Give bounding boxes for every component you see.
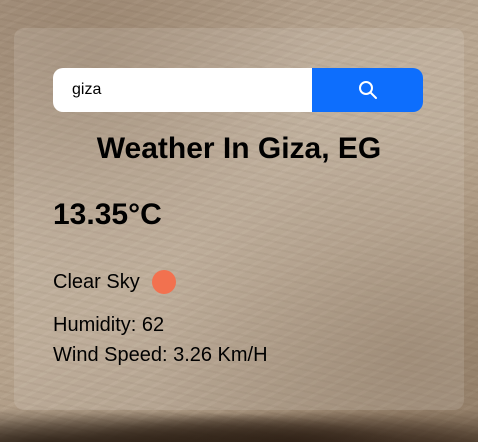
search-bar [53, 68, 423, 112]
temperature-value: 13.35°C [53, 198, 162, 231]
search-button[interactable] [312, 68, 423, 112]
humidity-text: Humidity: 62 [53, 314, 165, 336]
page-title: Weather In Giza, EG [96, 132, 382, 165]
weather-card: Weather In Giza, EG 13.35°C Clear Sky Hu… [14, 28, 464, 410]
search-input[interactable] [53, 68, 312, 112]
search-icon [358, 80, 378, 100]
wind-speed-text: Wind Speed: 3.26 Km/H [53, 344, 268, 366]
condition-row: Clear Sky [53, 270, 176, 294]
condition-text: Clear Sky [53, 270, 140, 293]
sun-icon [151, 270, 176, 294]
